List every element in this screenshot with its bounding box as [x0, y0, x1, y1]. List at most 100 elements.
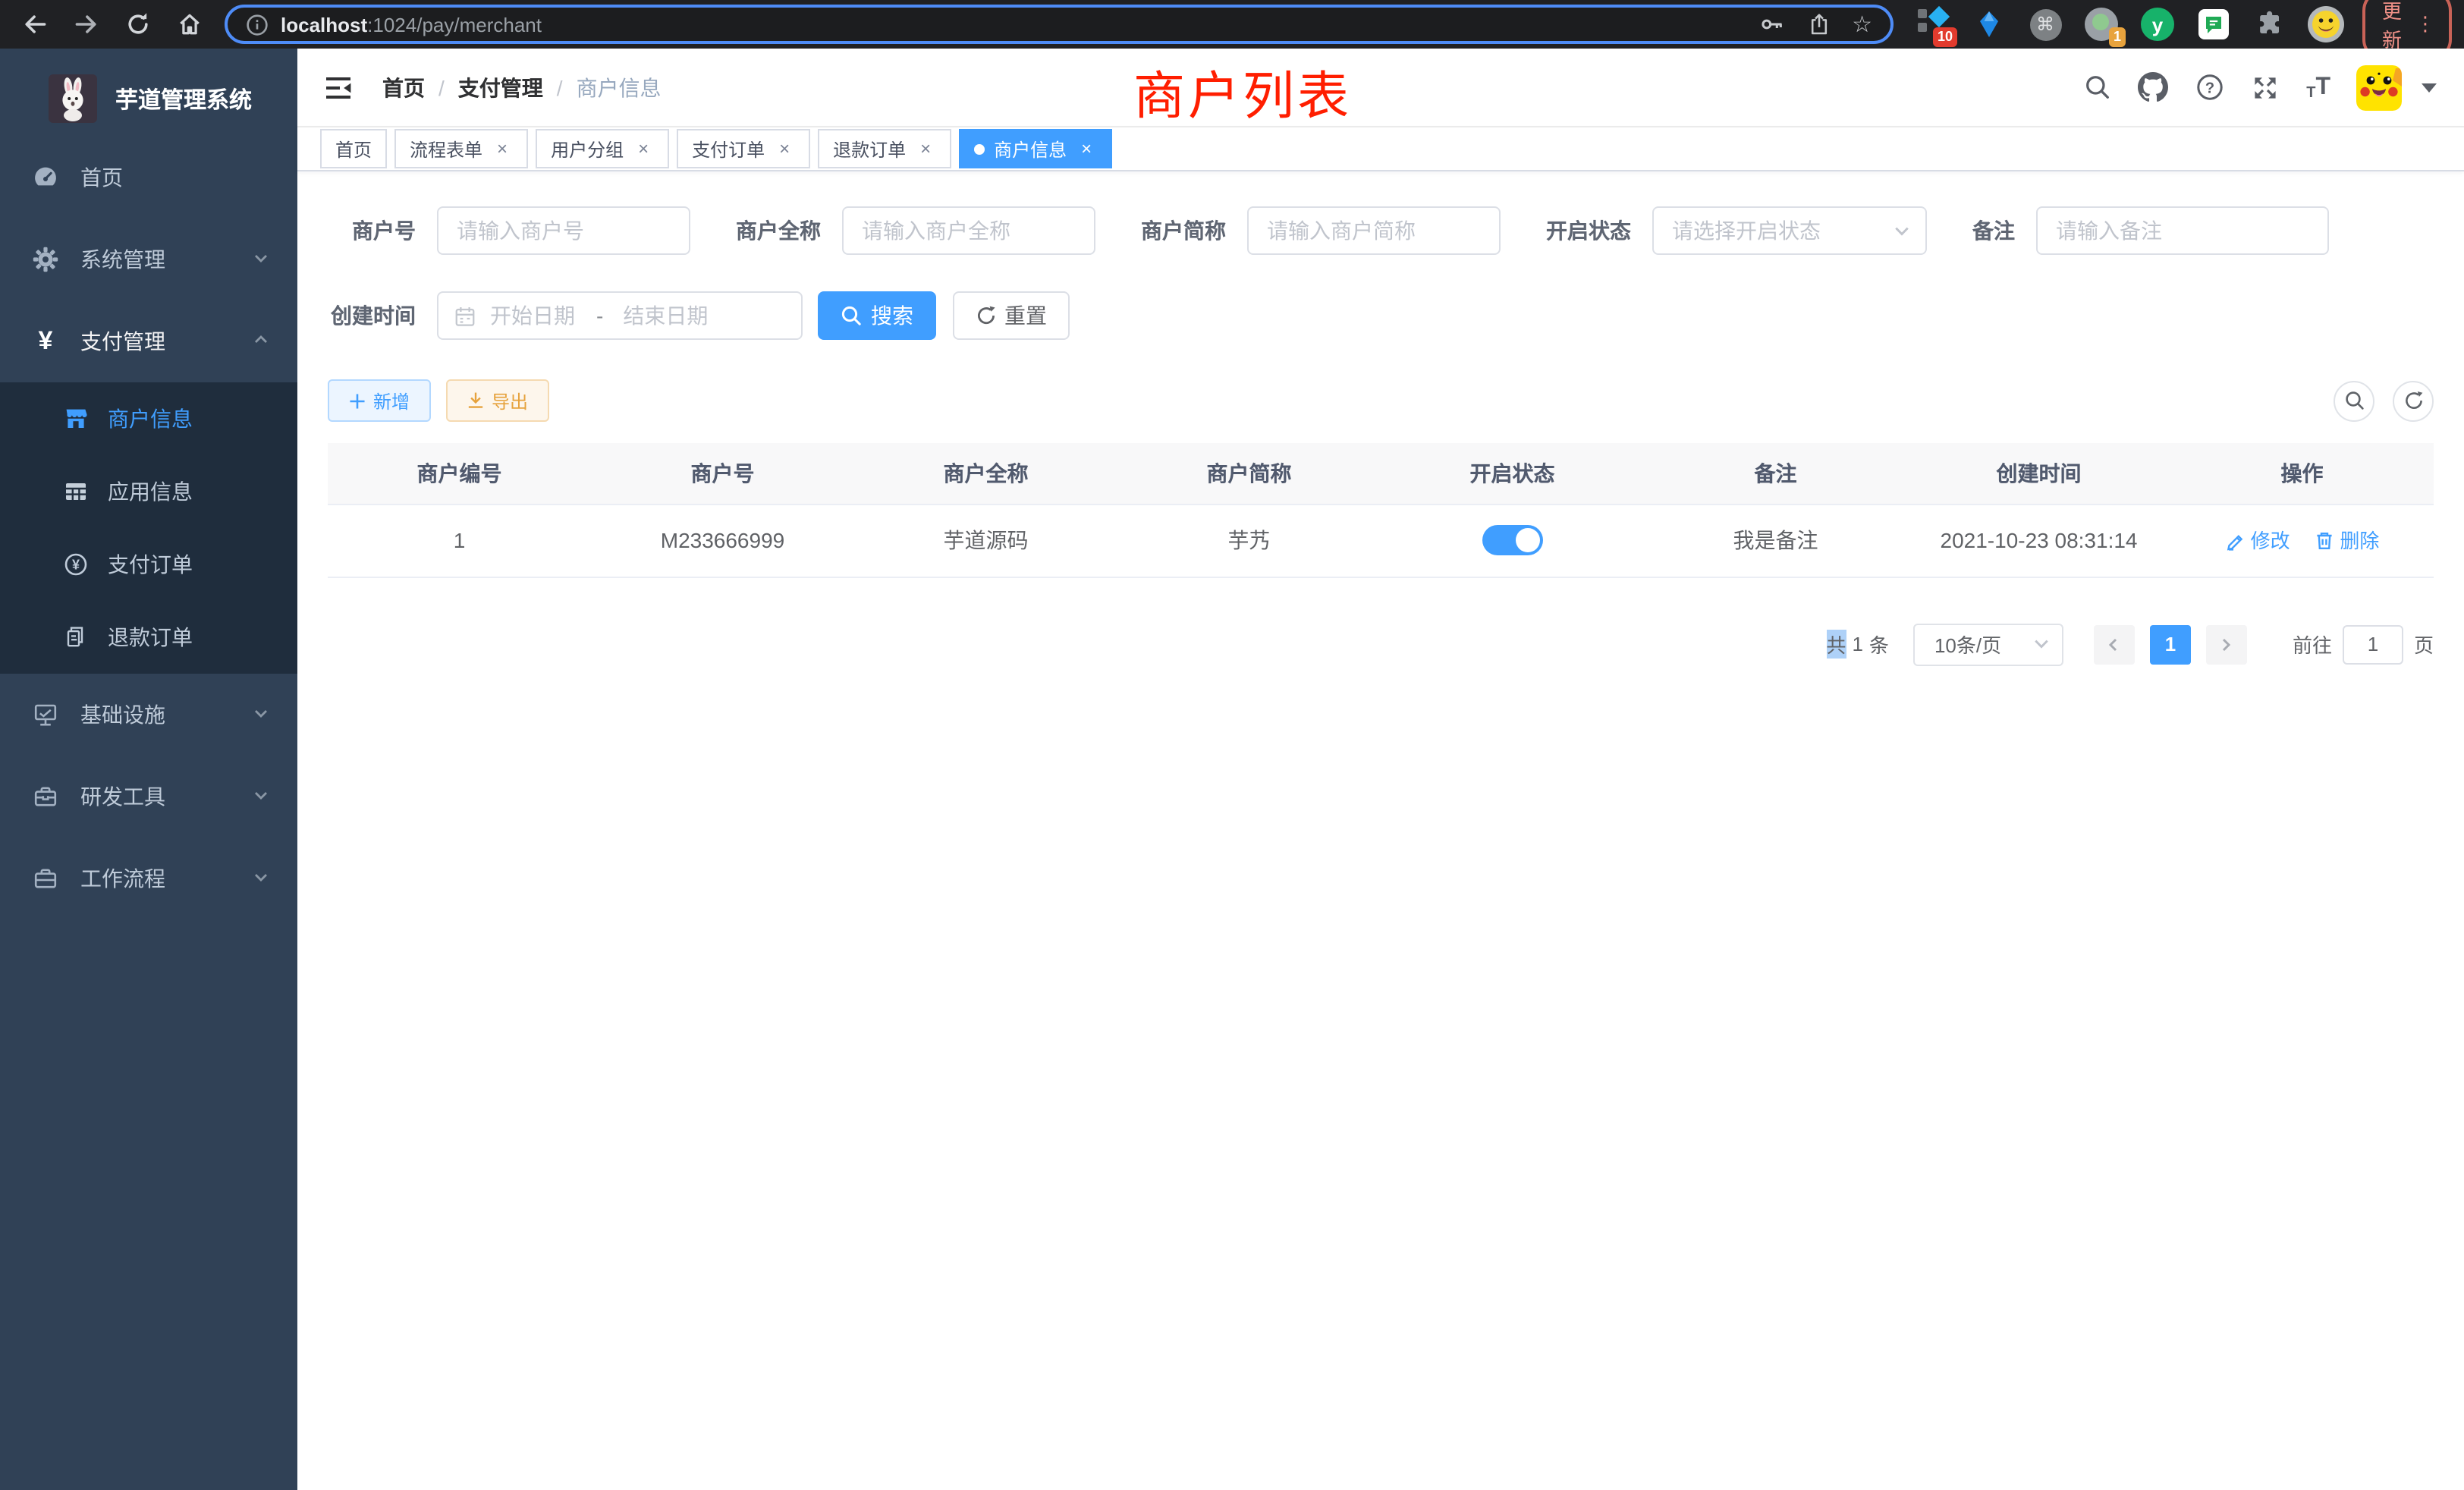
sidebar-item-app-info[interactable]: 应用信息: [0, 455, 297, 528]
github-icon[interactable]: [2138, 72, 2168, 102]
toolbox-icon: [32, 783, 59, 810]
help-icon[interactable]: ?: [2194, 72, 2224, 102]
reload-icon[interactable]: [124, 11, 152, 38]
tab-user-group[interactable]: 用户分组×: [536, 129, 669, 168]
close-icon[interactable]: ×: [915, 138, 936, 159]
tab-merchant-info[interactable]: 商户信息×: [959, 129, 1112, 168]
extension-profile-icon[interactable]: 1: [2083, 6, 2120, 42]
cell-merchant-no: M233666999: [591, 504, 854, 577]
delete-link[interactable]: 删除: [2314, 526, 2379, 555]
share-icon[interactable]: [1806, 12, 1831, 36]
extensions-puzzle-icon[interactable]: [2252, 6, 2288, 42]
add-button[interactable]: 新增: [328, 379, 431, 422]
extension-y-icon[interactable]: y: [2139, 6, 2176, 42]
refresh-table-button[interactable]: [2393, 380, 2434, 421]
search-icon[interactable]: [2082, 72, 2112, 102]
logo-row[interactable]: 芋道管理系统: [0, 49, 297, 134]
filter-row-1: 商户号 商户全称 商户简称 开启状态 请选择开启状态: [328, 206, 2434, 255]
browser-menu-icon[interactable]: ⋮: [2415, 14, 2435, 33]
app-title: 芋道管理系统: [115, 83, 252, 115]
chevron-right-icon: [2219, 637, 2234, 652]
edit-link[interactable]: 修改: [2225, 526, 2290, 555]
trash-icon: [2314, 530, 2335, 551]
short-name-label: 商户简称: [1141, 215, 1226, 246]
search-icon: [841, 305, 862, 326]
page-content: 商户号 商户全称 商户简称 开启状态 请选择开启状态: [297, 171, 2464, 665]
col-short-name: 商户简称: [1117, 443, 1381, 504]
sidebar-item-refund-order[interactable]: 退款订单: [0, 601, 297, 674]
bookmark-star-icon[interactable]: ☆: [1852, 13, 1872, 36]
page-number-button[interactable]: 1: [2150, 624, 2191, 664]
shop-icon: [62, 405, 90, 432]
sidebar-collapse-icon[interactable]: [322, 71, 355, 104]
short-name-input[interactable]: [1247, 206, 1501, 255]
prev-page-button[interactable]: [2094, 624, 2135, 664]
extension-chat-icon[interactable]: [2195, 6, 2232, 42]
merchant-no-label: 商户号: [328, 215, 416, 246]
pagination-total: 共1条: [1826, 630, 1889, 659]
site-info-icon[interactable]: [246, 13, 269, 36]
merchant-no-input[interactable]: [437, 206, 690, 255]
chevron-down-icon: [1894, 222, 1910, 239]
plus-icon: [349, 392, 366, 409]
download-icon: [467, 391, 484, 410]
close-icon[interactable]: ×: [1076, 138, 1097, 159]
pay-circle-icon: ¥: [62, 551, 90, 578]
sidebar-item-home[interactable]: 首页: [0, 137, 297, 218]
tab-refund-order[interactable]: 退款订单×: [818, 129, 951, 168]
back-icon[interactable]: [21, 11, 49, 38]
active-dot: [974, 143, 985, 154]
home-icon[interactable]: [176, 11, 203, 38]
sidebar-item-system[interactable]: 系统管理: [0, 218, 297, 300]
table-toolbar: 新增 导出: [328, 379, 2434, 422]
breadcrumb: 首页 / 支付管理 / 商户信息: [382, 72, 662, 102]
goto-page-input[interactable]: [2343, 624, 2403, 664]
fullscreen-icon[interactable]: [2250, 72, 2280, 102]
pagination: 共1条 10条/页 1 前往 页: [328, 623, 2434, 665]
cell-short-name: 芋艿: [1117, 504, 1381, 577]
next-page-button[interactable]: [2206, 624, 2247, 664]
extension-gem-icon[interactable]: [1971, 6, 2007, 42]
close-icon[interactable]: ×: [633, 138, 654, 159]
sidebar-item-payment[interactable]: ¥ 支付管理: [0, 300, 297, 382]
date-start-placeholder[interactable]: 开始日期: [490, 300, 575, 331]
reset-button[interactable]: 重置: [953, 291, 1070, 340]
tags-view: 首页 流程表单× 用户分组× 支付订单× 退款订单× 商户信息×: [297, 127, 2464, 171]
user-avatar[interactable]: [2356, 64, 2402, 110]
search-button[interactable]: 搜索: [818, 291, 936, 340]
status-select[interactable]: 请选择开启状态: [1652, 206, 1927, 255]
forward-icon[interactable]: [73, 11, 100, 38]
export-button[interactable]: 导出: [446, 379, 549, 422]
sidebar-item-pay-order[interactable]: ¥ 支付订单: [0, 528, 297, 601]
sidebar-item-workflow[interactable]: 工作流程: [0, 838, 297, 919]
tab-pay-order[interactable]: 支付订单×: [677, 129, 810, 168]
main-area: 商户列表 首页 / 支付管理 / 商户信息: [297, 49, 2464, 1490]
sidebar-item-infrastructure[interactable]: 基础设施: [0, 674, 297, 756]
sidebar-item-dev-tools[interactable]: 研发工具: [0, 756, 297, 838]
full-name-input[interactable]: [842, 206, 1095, 255]
browser-profile-avatar[interactable]: [2308, 6, 2344, 42]
extension-command-icon[interactable]: ⌘: [2027, 6, 2063, 42]
cell-create-time: 2021-10-23 08:31:14: [1907, 504, 2170, 577]
dashboard-icon: [32, 164, 59, 191]
extension-pin-icon[interactable]: 10: [1915, 6, 1951, 42]
tab-process-form[interactable]: 流程表单×: [394, 129, 528, 168]
merchant-table: 商户编号 商户号 商户全称 商户简称 开启状态 备注 创建时间 操作 1: [328, 443, 2434, 577]
tab-home[interactable]: 首页: [320, 129, 387, 168]
date-range-picker[interactable]: 开始日期 - 结束日期: [437, 291, 803, 340]
address-bar[interactable]: localhost:1024/pay/merchant ☆: [225, 5, 1894, 44]
toggle-search-button[interactable]: [2334, 380, 2374, 421]
avatar-caret-icon[interactable]: [2422, 83, 2437, 92]
breadcrumb-payment[interactable]: 支付管理: [458, 72, 543, 102]
sidebar-item-merchant-info[interactable]: 商户信息: [0, 382, 297, 455]
date-end-placeholder[interactable]: 结束日期: [623, 300, 708, 331]
close-icon[interactable]: ×: [774, 138, 795, 159]
password-key-icon[interactable]: [1758, 11, 1785, 38]
remark-input[interactable]: [2036, 206, 2329, 255]
close-icon[interactable]: ×: [492, 138, 513, 159]
breadcrumb-home[interactable]: 首页: [382, 72, 425, 102]
font-size-icon[interactable]: TT: [2306, 74, 2330, 101]
url-text: localhost:1024/pay/merchant: [281, 13, 1758, 36]
page-size-select[interactable]: 10条/页: [1913, 623, 2063, 665]
status-toggle-on[interactable]: [1482, 525, 1543, 555]
